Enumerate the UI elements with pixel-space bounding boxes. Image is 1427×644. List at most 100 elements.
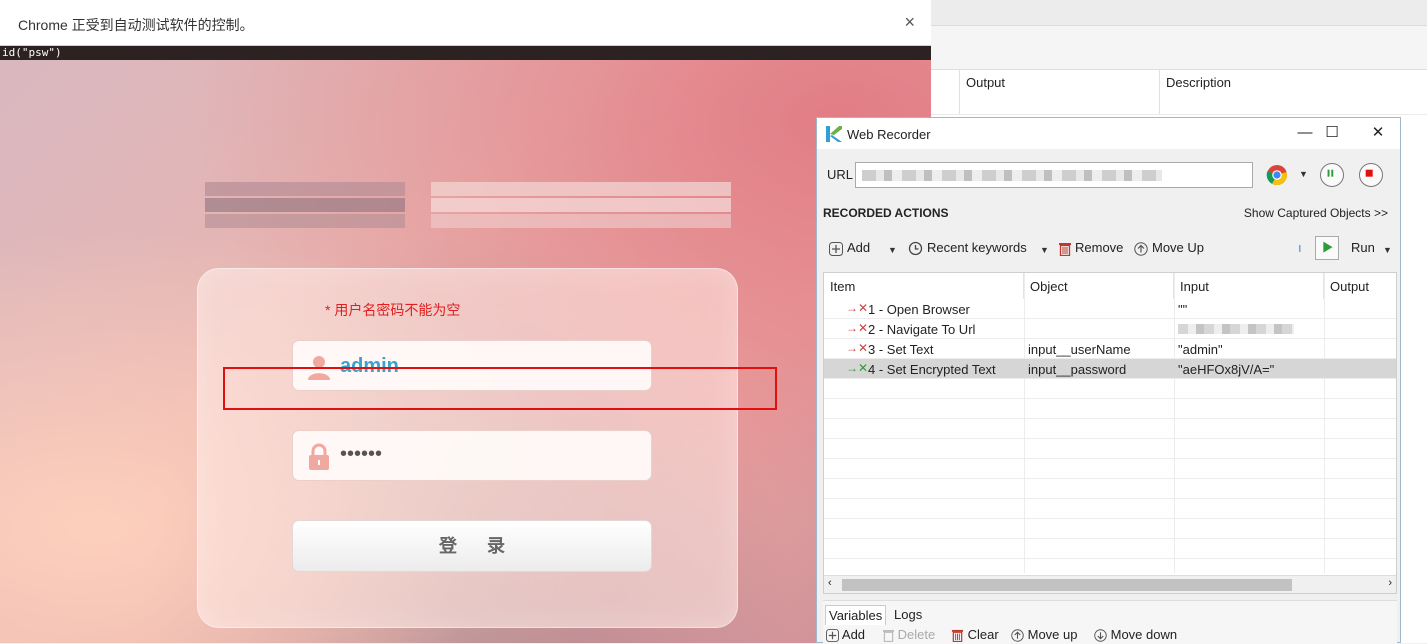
run-label[interactable]: Run — [1351, 240, 1375, 255]
move-up-button[interactable]: Move Up — [1134, 240, 1204, 256]
close-icon[interactable]: ✕ — [1358, 122, 1398, 144]
variables-move-up-button[interactable]: Move up — [1011, 627, 1078, 642]
maximize-icon[interactable]: ☐ — [1312, 122, 1352, 144]
scroll-right-icon[interactable]: › — [1388, 577, 1392, 589]
table-row[interactable]: →✕ 2 - Navigate To Url — [824, 319, 1396, 339]
password-mask: •••••• — [340, 443, 383, 465]
col-header-output[interactable]: Output — [1324, 273, 1396, 299]
url-row: URL ▼ — [817, 149, 1400, 199]
arrow-down-icon — [1094, 629, 1107, 642]
background-app-edge — [1401, 117, 1427, 643]
infobar-message: Chrome 正受到自动测试软件的控制。 — [18, 17, 254, 33]
recent-keywords-label: Recent keywords — [927, 240, 1027, 255]
variables-clear-label: Clear — [967, 627, 999, 642]
table-row-selected[interactable]: →✕ 4 - Set Encrypted Text input__passwor… — [824, 359, 1396, 379]
trash-icon — [883, 630, 894, 643]
background-tab-strip — [931, 0, 1427, 26]
locator-bar: id("psw") — [0, 46, 931, 60]
variables-add-label: Add — [841, 627, 866, 642]
table-row[interactable]: →✕ 3 - Set Text input__userName "admin" — [824, 339, 1396, 359]
row-object: input__password — [1028, 362, 1127, 377]
add-action-button[interactable]: Add — [829, 240, 870, 256]
run-dropdown-icon[interactable]: ▼ — [1383, 245, 1392, 255]
chrome-browser-icon[interactable] — [1266, 164, 1288, 186]
variables-add-button[interactable]: Add — [826, 627, 866, 643]
variables-move-up-label: Move up — [1027, 627, 1078, 642]
bg-col-description: Description — [1159, 70, 1427, 114]
horizontal-scrollbar[interactable]: ‹ › — [824, 575, 1396, 593]
login-page: * 用户名密码不能为空 admin •••••• 登录 — [0, 60, 931, 643]
browser-dropdown-icon[interactable]: ▼ — [1299, 169, 1308, 179]
variables-move-down-label: Move down — [1110, 627, 1178, 642]
bg-row-line — [931, 114, 1427, 115]
recent-dropdown-icon[interactable]: ▼ — [1040, 245, 1049, 255]
variables-delete-button[interactable]: Delete — [883, 627, 936, 643]
login-error-message: * 用户名密码不能为空 — [325, 302, 461, 318]
stop-icon — [1365, 169, 1373, 177]
scrollbar-thumb[interactable] — [842, 579, 1292, 591]
blurred-url — [862, 170, 1162, 181]
bg-col-output: Output — [959, 70, 1159, 114]
action-arrow-icon: →✕ — [846, 361, 869, 375]
table-row — [824, 439, 1396, 459]
history-icon — [908, 241, 923, 256]
chrome-window: Chrome 正受到自动测试软件的控制。 × id("psw") * 用户名密码… — [0, 0, 931, 643]
bottom-panel: Variables Logs Add Delete Clear Move up … — [823, 600, 1397, 644]
blurred-site-title — [205, 178, 735, 232]
row-item: 4 - Set Encrypted Text — [868, 362, 996, 377]
table-row — [824, 479, 1396, 499]
katalon-logo-icon — [826, 126, 842, 142]
recorder-titlebar: Web Recorder — ☐ ✕ — [817, 118, 1400, 149]
row-input: "admin" — [1178, 342, 1223, 357]
table-row — [824, 519, 1396, 539]
web-recorder-window: Web Recorder — ☐ ✕ URL ▼ RECORDED ACTION… — [816, 117, 1401, 644]
action-arrow-icon: →✕ — [846, 341, 869, 355]
tab-variables[interactable]: Variables — [825, 605, 887, 625]
col-header-item[interactable]: Item — [824, 273, 1024, 299]
remove-label: Remove — [1075, 240, 1124, 255]
recent-keywords-button[interactable]: Recent keywords — [908, 240, 1027, 256]
col-header-object[interactable]: Object — [1024, 273, 1174, 299]
element-highlight-box — [223, 367, 777, 410]
plus-icon — [826, 629, 839, 643]
arrow-up-icon — [1134, 241, 1148, 256]
blurred-url-input — [1178, 324, 1294, 334]
recorded-actions-table: Item Object Input Output →✕ 1 - Open Bro… — [823, 272, 1397, 594]
infobar-close-icon[interactable]: × — [904, 12, 915, 33]
row-input: "" — [1178, 302, 1188, 317]
scroll-left-icon[interactable]: ‹ — [828, 577, 832, 589]
variables-move-down-button[interactable]: Move down — [1094, 627, 1177, 642]
variables-delete-label: Delete — [897, 627, 936, 642]
actions-toolbar: Add ▼ Recent keywords ▼ Remove Move Up ı… — [817, 236, 1400, 262]
row-item: 1 - Open Browser — [868, 302, 970, 317]
remove-button[interactable]: Remove — [1059, 240, 1123, 256]
url-input[interactable] — [855, 162, 1253, 188]
locator-text: id("psw") — [2, 46, 62, 59]
add-label: Add — [847, 240, 871, 255]
table-row — [824, 499, 1396, 519]
separator-icon: ı — [1298, 240, 1302, 255]
pause-icon — [1327, 169, 1334, 177]
col-header-input[interactable]: Input — [1174, 273, 1324, 299]
move-up-label: Move Up — [1152, 240, 1205, 255]
stop-button[interactable] — [1359, 163, 1383, 187]
tab-logs[interactable]: Logs — [891, 605, 925, 624]
table-row — [824, 419, 1396, 439]
lock-icon — [309, 443, 329, 470]
table-row — [824, 379, 1396, 399]
add-dropdown-icon[interactable]: ▼ — [888, 245, 897, 255]
variables-clear-button[interactable]: Clear — [951, 627, 999, 643]
recorder-title: Web Recorder — [847, 127, 931, 142]
row-item: 2 - Navigate To Url — [868, 322, 976, 337]
password-field[interactable]: •••••• — [292, 430, 652, 481]
login-button[interactable]: 登录 — [292, 520, 652, 572]
run-button[interactable] — [1315, 236, 1339, 260]
table-row[interactable]: →✕ 1 - Open Browser "" — [824, 299, 1396, 319]
trash-icon — [1059, 242, 1071, 256]
show-captured-objects-link[interactable]: Show Captured Objects >> — [1244, 206, 1388, 220]
row-input: "aeHFOx8jV/A=" — [1178, 362, 1275, 377]
table-row — [824, 539, 1396, 559]
table-row — [824, 399, 1396, 419]
pause-button[interactable] — [1320, 163, 1344, 187]
automation-infobar: Chrome 正受到自动测试软件的控制。 × — [0, 0, 931, 46]
